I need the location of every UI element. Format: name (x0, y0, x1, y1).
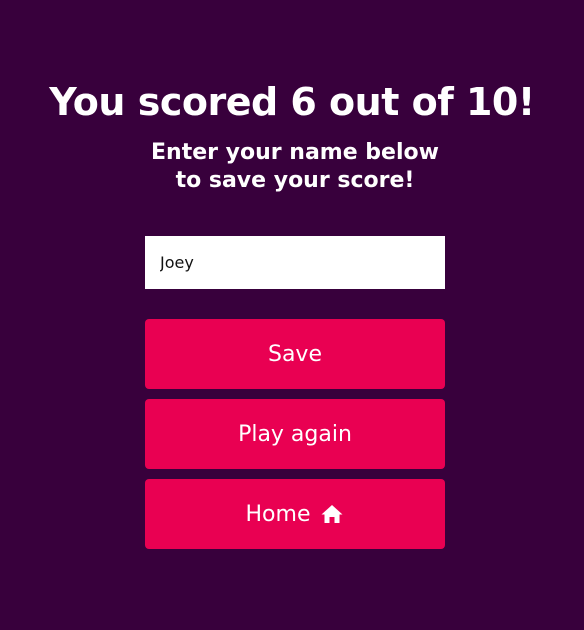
play-again-button-label: Play again (238, 421, 352, 447)
end-screen: You scored 6 out of 10! Enter your name … (0, 0, 584, 630)
username-input[interactable] (145, 236, 445, 289)
home-icon (320, 502, 344, 526)
home-button[interactable]: Home (145, 479, 445, 549)
play-again-button[interactable]: Play again (145, 399, 445, 469)
save-score-instructions: Enter your name below to save your score… (151, 140, 439, 193)
score-heading: You scored 6 out of 10! (49, 80, 535, 124)
home-button-label: Home (245, 501, 311, 527)
save-button[interactable]: Save (145, 319, 445, 389)
save-button-label: Save (267, 341, 322, 367)
